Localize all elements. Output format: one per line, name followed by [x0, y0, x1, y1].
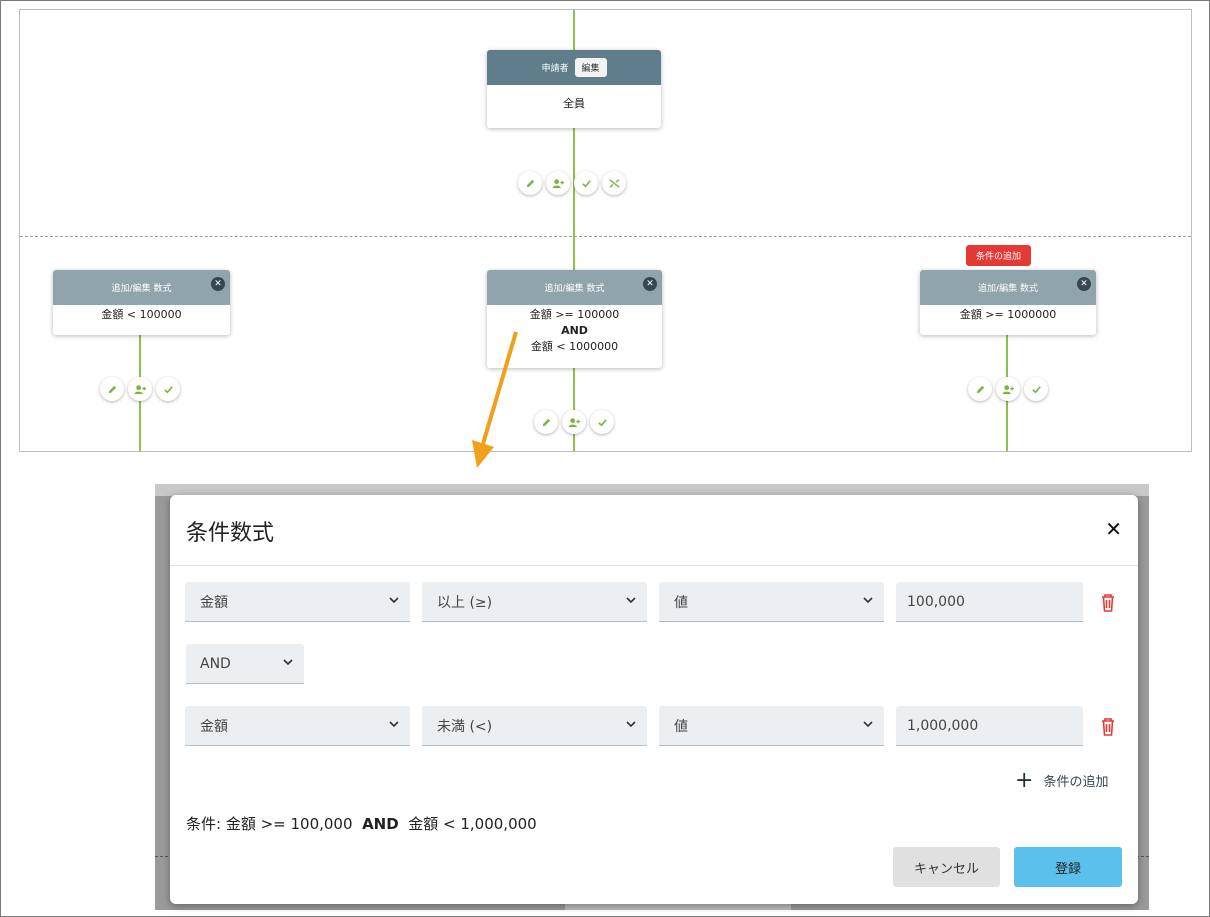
connector-line [573, 236, 575, 270]
check-icon[interactable] [1024, 377, 1048, 401]
input-value: 100,000 [907, 593, 965, 610]
pencil-icon[interactable] [534, 410, 558, 434]
branch-3-actions [968, 377, 1048, 401]
value-input-1[interactable]: 100,000 [896, 582, 1083, 622]
condition-node-body: 金額 >= 1000000 [920, 305, 1096, 329]
condition-node-body: 金額 < 100000 [53, 305, 230, 329]
field-select-1[interactable]: 金額 [185, 582, 410, 622]
select-value: AND [200, 655, 231, 672]
value-type-select-1[interactable]: 値 [659, 582, 884, 622]
pencil-icon[interactable] [518, 171, 542, 195]
summary-prefix: 条件: 金額 >= 100,000 [186, 815, 353, 833]
check-icon[interactable] [156, 377, 180, 401]
pointer-arrow-icon [472, 331, 518, 468]
check-icon[interactable] [574, 171, 598, 195]
chevron-down-icon [283, 659, 293, 666]
shuffle-icon[interactable] [602, 171, 626, 195]
add-condition-button[interactable]: + 条件の追加 [1015, 768, 1108, 793]
save-button[interactable]: 登録 [1014, 847, 1122, 887]
close-icon[interactable]: ✕ [1105, 517, 1122, 541]
summary-suffix: 金額 < 1,000,000 [408, 815, 537, 833]
operator-select-1[interactable]: 以上 (≥) [422, 582, 647, 622]
condition-line: 金額 >= 1000000 [959, 308, 1057, 321]
dialog-title: 条件数式 [186, 521, 275, 546]
backdrop-scrollbar [565, 904, 791, 910]
applicant-actions [518, 171, 626, 195]
logic-operator-select[interactable]: AND [186, 644, 304, 684]
close-icon[interactable]: ✕ [643, 277, 657, 291]
condition-line: 金額 < 100000 [101, 308, 182, 321]
condition-line: 金額 >= 100000 [529, 308, 620, 321]
select-value: 未満 (<) [437, 718, 493, 735]
condition-node-3[interactable]: 追加/編集 数式 ✕ 金額 >= 1000000 [920, 270, 1096, 335]
applicant-node-header: 申請者 編集 [487, 50, 661, 85]
condition-node-title: 追加/編集 数式 [978, 284, 1038, 294]
condition-formula-dialog: 条件数式 ✕ 金額 以上 (≥) 値 100,000 AND 金額 未満 (<)… [170, 495, 1138, 904]
field-select-2[interactable]: 金額 [185, 706, 410, 746]
lane-divider [20, 236, 1191, 237]
applicant-node-body: 全員 [563, 97, 585, 110]
cancel-button[interactable]: キャンセル [893, 847, 1000, 887]
select-value: 以上 (≥) [437, 594, 493, 611]
select-value: 値 [674, 594, 688, 611]
workflow-canvas: 申請者 編集 全員 条件の追加 追加/編集 数式 ✕ 金額 < 100000 追… [19, 9, 1192, 452]
close-icon[interactable]: ✕ [1077, 277, 1091, 291]
chevron-down-icon [626, 597, 636, 604]
select-value: 金額 [200, 718, 228, 735]
plus-icon: + [1015, 768, 1034, 793]
add-user-icon[interactable] [996, 377, 1020, 401]
trash-icon[interactable] [1099, 716, 1117, 738]
branch-2-actions [534, 410, 614, 434]
chevron-down-icon [863, 721, 873, 728]
connector-line [573, 10, 575, 50]
add-condition-label: 条件の追加 [1043, 775, 1109, 790]
check-icon[interactable] [590, 410, 614, 434]
add-user-icon[interactable] [128, 377, 152, 401]
select-value: 金額 [200, 594, 228, 611]
condition-node-title: 追加/編集 数式 [111, 284, 172, 294]
chevron-down-icon [389, 597, 399, 604]
operator-select-2[interactable]: 未満 (<) [422, 706, 647, 746]
pencil-icon[interactable] [100, 377, 124, 401]
applicant-node[interactable]: 申請者 編集 全員 [487, 50, 661, 128]
add-condition-badge[interactable]: 条件の追加 [966, 245, 1032, 266]
condition-node-1[interactable]: 追加/編集 数式 ✕ 金額 < 100000 [53, 270, 230, 335]
add-user-icon[interactable] [562, 410, 586, 434]
condition-node-header: 追加/編集 数式 ✕ [487, 270, 662, 305]
add-user-icon[interactable] [546, 171, 570, 195]
close-icon[interactable]: ✕ [211, 277, 225, 291]
summary-operator: AND [362, 815, 399, 833]
dialog-divider [170, 565, 1138, 566]
condition-summary: 条件: 金額 >= 100,000 AND 金額 < 1,000,000 [186, 813, 537, 834]
value-input-2[interactable]: 1,000,000 [896, 706, 1083, 746]
applicant-node-title: 申請者 [541, 64, 569, 74]
chevron-down-icon [863, 597, 873, 604]
condition-node-header: 追加/編集 数式 ✕ [920, 270, 1096, 305]
pencil-icon[interactable] [968, 377, 992, 401]
branch-1-actions [100, 377, 180, 401]
applicant-edit-button[interactable]: 編集 [574, 58, 607, 77]
input-value: 1,000,000 [907, 717, 979, 734]
select-value: 値 [674, 718, 688, 735]
chevron-down-icon [626, 721, 636, 728]
value-type-select-2[interactable]: 値 [659, 706, 884, 746]
chevron-down-icon [389, 721, 399, 728]
condition-node-title: 追加/編集 数式 [544, 284, 605, 294]
condition-node-header: 追加/編集 数式 ✕ [53, 270, 230, 305]
trash-icon[interactable] [1099, 592, 1117, 614]
